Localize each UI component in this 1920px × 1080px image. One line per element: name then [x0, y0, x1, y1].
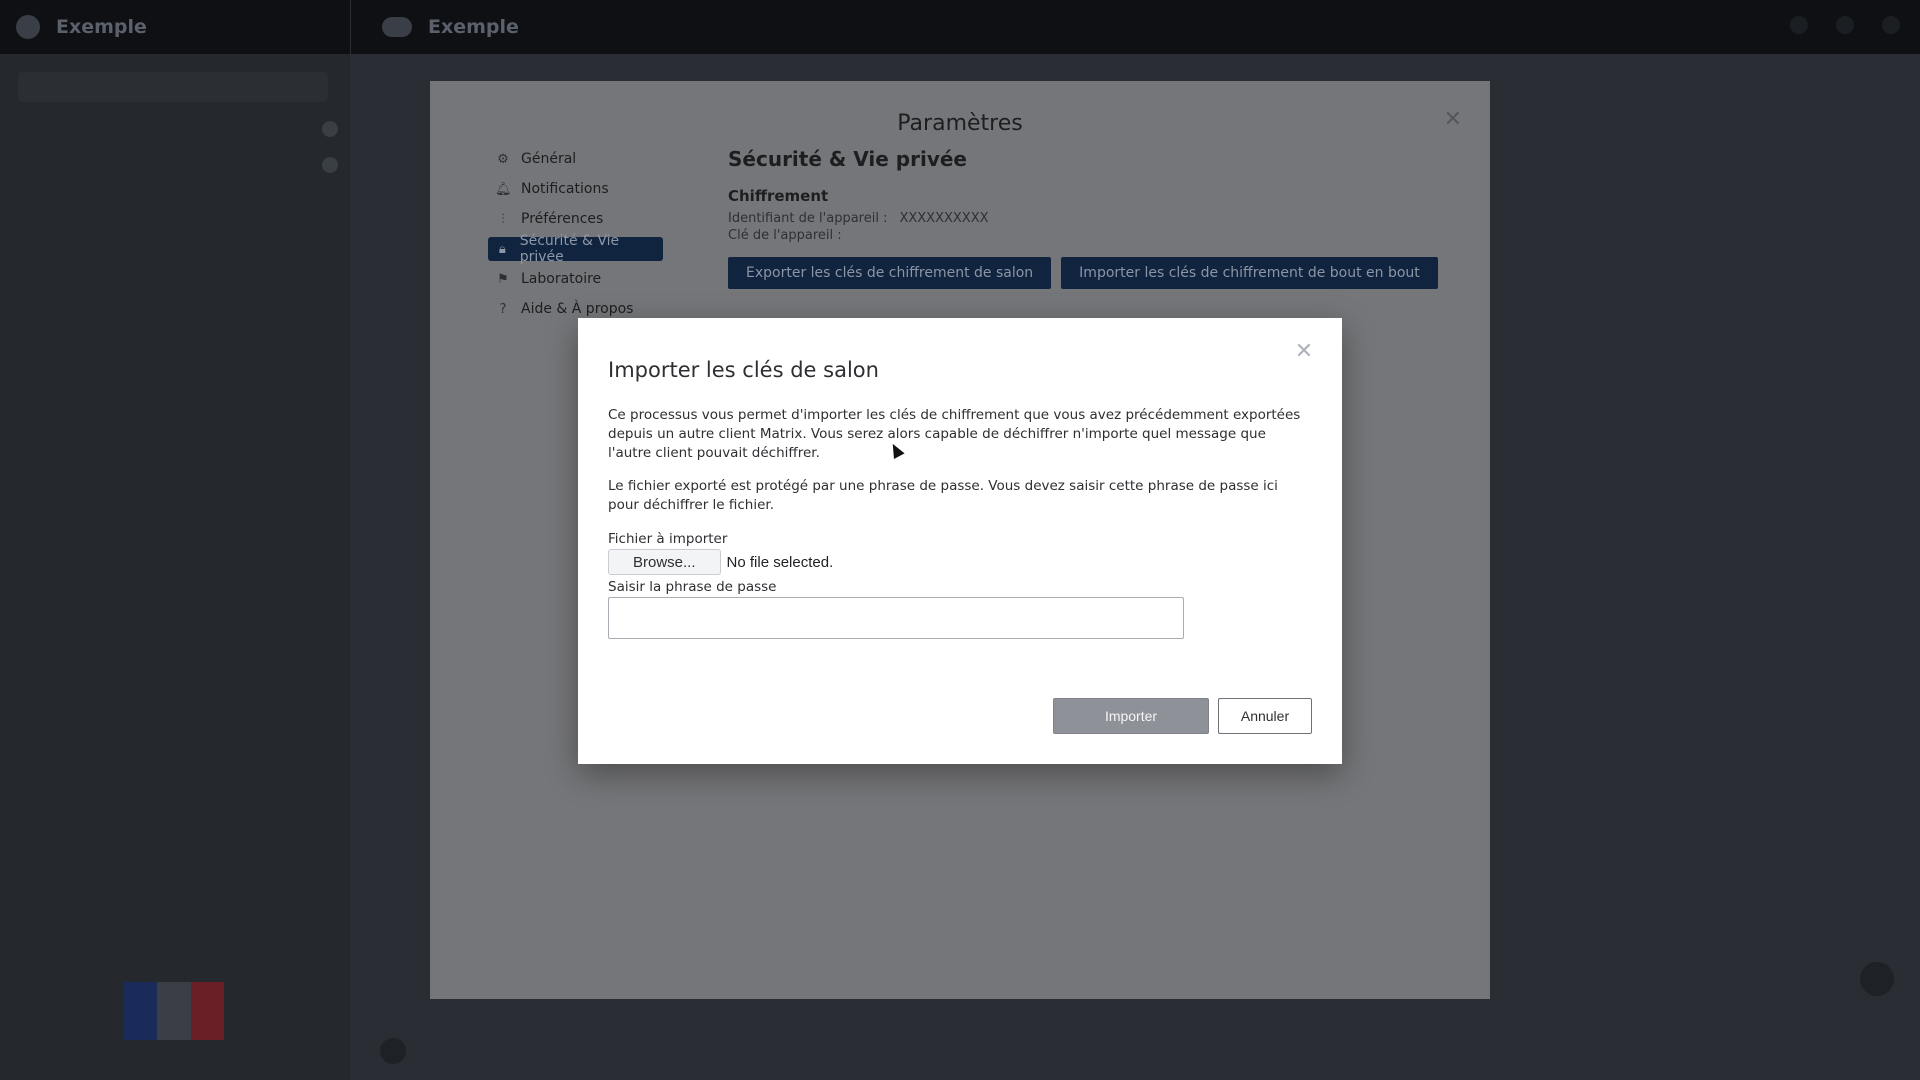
topbar-divider: [350, 0, 351, 54]
government-logo: [124, 982, 224, 1040]
device-key-row: Clé de l'appareil :: [728, 228, 1438, 243]
modal-passphrase-note: Le fichier exporté est protégé par une p…: [608, 478, 1278, 513]
unread-badge: [322, 157, 338, 173]
settings-content: Sécurité & Vie privée Chiffrement Identi…: [728, 147, 1438, 289]
modal-actions: Importer Annuler: [1053, 698, 1312, 734]
room-header[interactable]: Exemple: [382, 0, 519, 54]
cancel-button[interactable]: Annuler: [1218, 698, 1312, 734]
tab-label: Laboratoire: [521, 271, 602, 287]
room-list-item[interactable]: [28, 154, 338, 176]
close-icon[interactable]: ✕: [1444, 107, 1462, 132]
workspace-switcher[interactable]: Exemple: [16, 0, 147, 54]
modal-description: Ce processus vous permet d'importer les …: [608, 407, 1301, 461]
gear-icon: ⚙: [497, 151, 509, 167]
device-key-label: Clé de l'appareil :: [728, 228, 842, 243]
modal-title: Importer les clés de salon: [608, 358, 879, 382]
file-picker: Browse... No file selected.: [608, 549, 1312, 575]
file-status: No file selected.: [726, 553, 834, 571]
cloud-icon: [382, 17, 412, 37]
import-button[interactable]: Importer: [1053, 698, 1209, 734]
flag-icon: ⚑: [497, 271, 509, 287]
left-panel: [0, 54, 350, 1080]
export-keys-button[interactable]: Exporter les clés de chiffrement de salo…: [728, 257, 1052, 289]
tab-security[interactable]: 🔒︎ Sécurité & Vie privée: [488, 233, 663, 265]
help-icon[interactable]: [1860, 962, 1894, 996]
help-icon: ?: [499, 301, 507, 317]
key-actions: Exporter les clés de chiffrement de salo…: [728, 257, 1438, 289]
bell-icon[interactable]: [1836, 16, 1854, 34]
bell-icon: 🔔︎: [495, 181, 512, 197]
subsection-title: Chiffrement: [728, 187, 829, 205]
tab-preferences[interactable]: ⫶ Préférences: [488, 207, 663, 231]
tab-general[interactable]: ⚙ Général: [488, 147, 663, 171]
device-id-row: Identifiant de l'appareil : XXXXXXXXXX: [728, 211, 1438, 226]
passphrase-input[interactable]: [608, 597, 1184, 639]
settings-title: Paramètres: [897, 111, 1023, 136]
unread-badge: [322, 121, 338, 137]
add-button[interactable]: [380, 1038, 406, 1064]
tab-notifications[interactable]: 🔔︎ Notifications: [488, 177, 663, 201]
tab-label: Aide & À propos: [521, 301, 634, 317]
topbar-actions: [1790, 16, 1900, 34]
settings-nav: ⚙ Général 🔔︎ Notifications ⫶ Préférences…: [488, 147, 663, 327]
sliders-icon: ⫶: [501, 211, 505, 227]
workspace-name: Exemple: [56, 16, 147, 38]
avatar-icon[interactable]: [1882, 16, 1900, 34]
tab-label: Notifications: [521, 181, 609, 197]
import-keys-button[interactable]: Importer les clés de chiffrement de bout…: [1061, 257, 1438, 289]
tab-label: Sécurité & Vie privée: [519, 233, 620, 265]
tab-labs[interactable]: ⚑ Laboratoire: [488, 267, 663, 291]
settings-icon[interactable]: [1790, 16, 1808, 34]
device-id-value: XXXXXXXXXX: [899, 211, 989, 226]
room-name: Exemple: [428, 16, 519, 38]
lock-icon: 🔒︎: [498, 241, 506, 257]
browse-button[interactable]: Browse...: [608, 549, 721, 575]
top-bar: Exemple Exemple: [0, 0, 1920, 54]
room-search[interactable]: [18, 72, 328, 102]
tab-label: Général: [521, 151, 577, 167]
passphrase-label: Saisir la phrase de passe: [608, 579, 777, 595]
workspace-logo-icon: [16, 15, 40, 39]
import-keys-modal: Importer les clés de salon ✕ Ce processu…: [578, 318, 1342, 764]
file-label: Fichier à importer: [608, 531, 728, 547]
room-list-item[interactable]: [28, 118, 338, 140]
tab-label: Préférences: [521, 211, 604, 227]
section-title: Sécurité & Vie privée: [728, 147, 967, 171]
close-icon[interactable]: ✕: [1294, 341, 1314, 363]
device-id-label: Identifiant de l'appareil :: [728, 211, 888, 226]
